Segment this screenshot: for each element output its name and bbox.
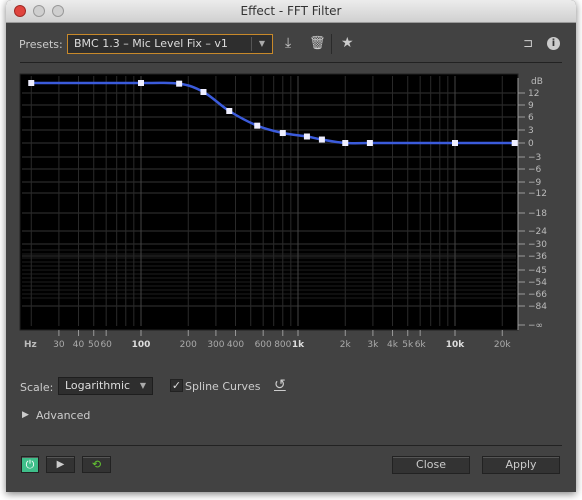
control-point[interactable] [452, 140, 458, 146]
y-tick-label: −∞ [528, 321, 543, 331]
x-tick-label: 100 [132, 340, 151, 350]
x-tick-label: 60 [100, 340, 112, 350]
y-tick-label: −6 [528, 165, 542, 175]
spline-curves-checkbox[interactable]: ✓ [170, 379, 183, 392]
y-tick-label: 3 [528, 126, 534, 136]
control-point[interactable] [200, 89, 207, 95]
x-tick-label: 600 [255, 340, 272, 350]
play-button[interactable]: ▶ [46, 456, 75, 473]
y-tick-label: −36 [528, 252, 547, 262]
x-tick-label: 40 [73, 340, 85, 350]
frequency-graph[interactable]: dB129630−3−6−9−12−18−24−30−36−45−54−66−8… [6, 0, 576, 360]
control-point[interactable] [254, 122, 261, 129]
apply-button[interactable]: Apply [482, 456, 560, 474]
y-axis-unit: dB [531, 77, 543, 87]
x-tick-label: 5k [402, 340, 414, 350]
scale-value: Logarithmic [65, 379, 131, 392]
y-tick-label: −54 [528, 278, 547, 288]
x-tick-label: 3k [367, 340, 379, 350]
spline-curves-label[interactable]: Spline Curves [185, 380, 261, 393]
control-point[interactable] [279, 130, 286, 137]
control-point[interactable] [366, 140, 373, 146]
x-tick-label: 10k [446, 340, 466, 350]
power-icon: ⏻ [25, 458, 35, 471]
x-tick-label: 400 [227, 340, 244, 350]
y-tick-label: 12 [528, 89, 539, 99]
control-point[interactable] [342, 140, 349, 146]
x-tick-label: 30 [53, 340, 65, 350]
y-tick-label: −9 [528, 178, 542, 188]
triangle-right-icon[interactable]: ▶ [22, 410, 29, 420]
control-point[interactable] [511, 140, 518, 146]
y-tick-label: 0 [528, 139, 534, 149]
reset-icon[interactable]: ↺ [274, 377, 286, 393]
scale-dropdown[interactable]: Logarithmic ▼ [58, 377, 153, 395]
chevron-down-icon: ▼ [139, 381, 146, 390]
y-tick-label: −45 [528, 266, 547, 276]
control-point[interactable] [226, 108, 233, 114]
control-point[interactable] [28, 80, 35, 86]
y-tick-label: −12 [528, 189, 547, 199]
control-point[interactable] [176, 80, 183, 87]
x-tick-label: 50 [88, 340, 100, 350]
loop-icon: ⟲ [91, 458, 102, 471]
advanced-toggle[interactable]: Advanced [36, 409, 90, 422]
y-tick-label: 9 [528, 101, 534, 111]
y-tick-label: −66 [528, 290, 547, 300]
x-axis-unit: Hz [24, 340, 37, 350]
x-tick-label: 20k [494, 340, 511, 350]
x-tick-label: 1k [292, 340, 305, 350]
x-tick-label: 6k [415, 340, 427, 350]
y-tick-label: −24 [528, 227, 547, 237]
control-point[interactable] [303, 133, 310, 140]
x-tick-label: 200 [180, 340, 197, 350]
power-toggle-button[interactable]: ⏻ [21, 456, 39, 473]
y-tick-label: −18 [528, 209, 547, 219]
play-icon: ▶ [56, 459, 65, 470]
x-tick-label: 2k [340, 340, 352, 350]
y-tick-label: −30 [528, 240, 547, 250]
close-button[interactable]: Close [392, 456, 470, 474]
y-tick-label: −3 [528, 153, 541, 163]
x-tick-label: 800 [274, 340, 291, 350]
x-tick-label: 300 [207, 340, 224, 350]
control-point[interactable] [138, 80, 144, 86]
y-tick-label: 6 [528, 113, 534, 123]
loop-button[interactable]: ⟲ [82, 456, 111, 473]
control-point[interactable] [318, 136, 325, 143]
x-tick-label: 4k [387, 340, 399, 350]
scale-label: Scale: [20, 381, 54, 394]
effect-window: Effect - FFT Filter Presets: BMC 1.3 – M… [6, 0, 576, 492]
y-tick-label: −84 [528, 302, 547, 312]
